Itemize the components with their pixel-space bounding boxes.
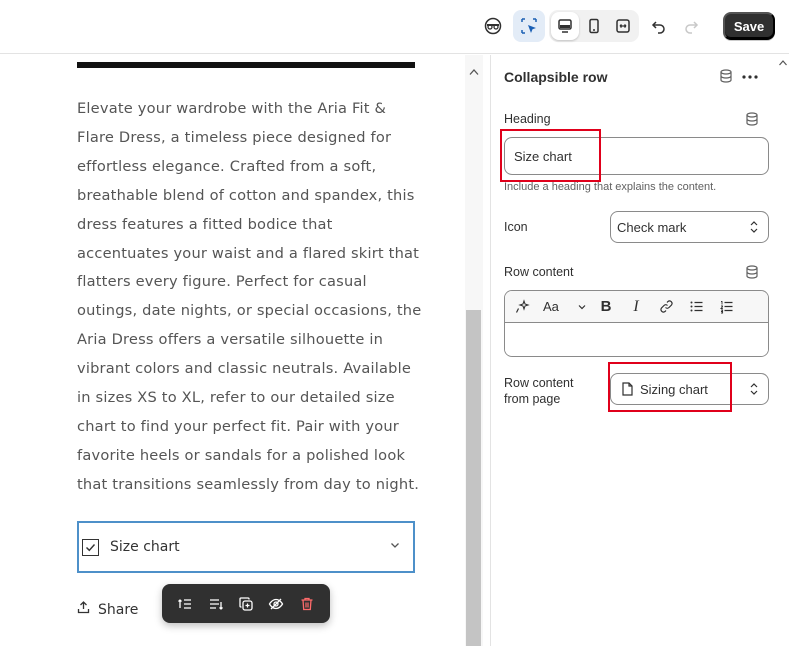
font-style-label: Aa — [543, 299, 559, 314]
divider-bar — [77, 62, 415, 68]
chevron-down-icon[interactable] — [389, 538, 401, 556]
rte-toolbar: Aa B I — [505, 291, 768, 323]
theme-preview: Elevate your wardrobe with the Aria Fit … — [0, 55, 483, 646]
hide-icon[interactable] — [263, 591, 289, 617]
rte-content-area[interactable] — [505, 323, 768, 356]
select-caret-icon — [748, 382, 760, 399]
link-icon[interactable] — [655, 295, 677, 319]
font-style-dropdown[interactable]: Aa — [543, 295, 587, 319]
share-label: Share — [98, 601, 139, 618]
product-description: Elevate your wardrobe with the Aria Fit … — [77, 100, 422, 493]
page-select-value: Sizing chart — [640, 381, 708, 397]
undo-icon[interactable] — [646, 13, 672, 39]
mobile-view-icon[interactable] — [580, 12, 608, 40]
select-caret-icon — [748, 220, 760, 237]
move-up-icon[interactable] — [172, 591, 198, 617]
numbered-list-icon[interactable] — [715, 295, 737, 319]
chevron-down-icon — [578, 304, 586, 309]
duplicate-icon[interactable] — [233, 591, 259, 617]
page-select[interactable]: Sizing chart — [610, 373, 769, 405]
heading-helper-text: Include a heading that explains the cont… — [504, 181, 717, 193]
row-content-from-page-label: Row content from page — [504, 375, 573, 407]
panel-scroll-up-icon[interactable] — [778, 55, 788, 73]
share-icon — [77, 601, 90, 618]
magic-sparkle-icon[interactable] — [513, 295, 531, 319]
row-content-from-page-label-line1: Row content — [504, 376, 574, 390]
italic-icon[interactable]: I — [625, 295, 647, 319]
row-content-label: Row content — [504, 265, 574, 279]
save-button[interactable]: Save — [723, 12, 775, 40]
heading-label: Heading — [504, 112, 551, 126]
more-options-icon[interactable] — [741, 70, 759, 88]
desktop-view-icon[interactable] — [551, 12, 579, 40]
row-content-editor: Aa B I — [504, 290, 769, 357]
block-floating-toolbar — [162, 584, 330, 623]
collapsible-row-label: Size chart — [110, 539, 180, 555]
panel-title: Collapsible row — [504, 69, 608, 85]
delete-icon[interactable] — [294, 591, 320, 617]
scroll-up-arrow-icon[interactable] — [469, 63, 479, 81]
bold-icon[interactable]: B — [595, 295, 617, 319]
spy-mode-icon[interactable] — [480, 13, 506, 39]
move-down-icon[interactable] — [203, 591, 229, 617]
dynamic-source-icon[interactable] — [719, 69, 733, 88]
icon-select[interactable]: Check mark — [610, 211, 769, 243]
page-icon — [621, 382, 634, 396]
fullwidth-view-icon[interactable] — [609, 12, 637, 40]
redo-icon[interactable] — [678, 13, 704, 39]
inspector-select-icon[interactable] — [513, 10, 545, 42]
viewport-switcher — [549, 10, 639, 42]
collapsible-row-block[interactable]: Size chart — [77, 521, 415, 573]
top-bar: Save — [0, 0, 789, 54]
heading-input[interactable] — [504, 137, 769, 175]
bullet-list-icon[interactable] — [685, 295, 707, 319]
row-content-dynamic-source-icon[interactable] — [745, 265, 759, 284]
preview-scrollbar-thumb[interactable] — [466, 310, 481, 646]
row-content-from-page-label-line2: from page — [504, 392, 561, 406]
settings-panel: Collapsible row Heading Include a headin… — [490, 55, 789, 646]
icon-label: Icon — [504, 220, 528, 234]
heading-dynamic-source-icon[interactable] — [745, 112, 759, 131]
share-link[interactable]: Share — [77, 601, 138, 618]
icon-select-value: Check mark — [617, 219, 687, 235]
check-mark-icon — [82, 538, 99, 556]
